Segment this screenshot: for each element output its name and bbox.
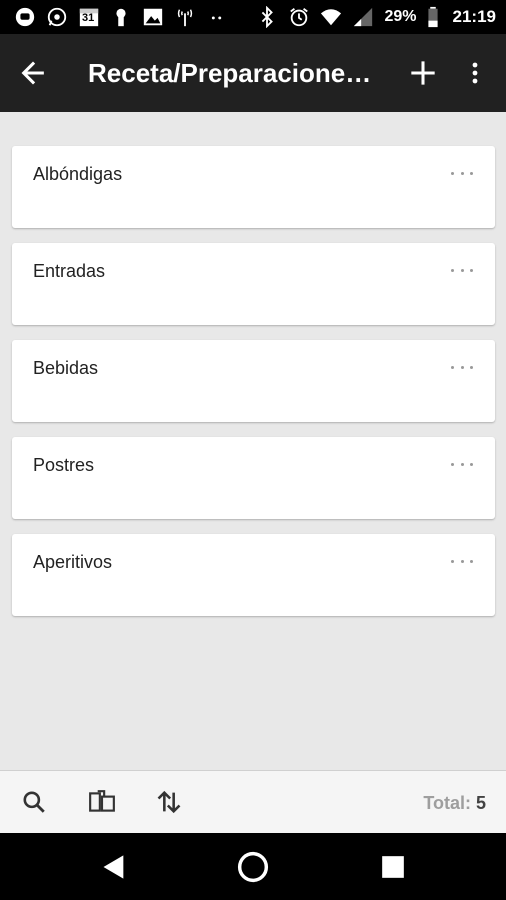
calendar-day: 31 (82, 12, 95, 24)
bottom-toolbar: Total: 5 (0, 770, 506, 833)
signal-tower-icon (174, 6, 196, 28)
list-item-label: Postres (33, 455, 95, 475)
battery-icon (427, 6, 439, 28)
bluetooth-icon (256, 6, 278, 28)
chat-bubble-icon (14, 6, 36, 28)
total-label: Total: (423, 793, 471, 813)
sort-icon[interactable] (154, 787, 184, 817)
nav-back-icon[interactable] (98, 851, 130, 883)
system-nav-bar (0, 833, 506, 900)
alarm-icon (288, 6, 310, 28)
image-icon (142, 6, 164, 28)
category-list: Albóndigas Entradas Bebidas Postres Aper… (12, 146, 495, 631)
wifi-icon (320, 6, 342, 28)
calendar-icon: 31 (78, 6, 100, 28)
list-item[interactable]: Bebidas (12, 340, 495, 422)
cell-signal-icon (352, 6, 374, 28)
more-notifications-icon (206, 6, 228, 28)
list-item-label: Entradas (33, 261, 106, 281)
status-bar: 31 29% 21:19 (0, 0, 506, 34)
whatsapp-icon (46, 6, 68, 28)
status-bar-system: 29% 21:19 (256, 6, 496, 28)
more-horiz-icon[interactable] (451, 362, 473, 372)
add-icon[interactable] (406, 56, 440, 90)
list-item[interactable]: Entradas (12, 243, 495, 325)
battery-percent: 29% (384, 8, 417, 25)
more-horiz-icon[interactable] (451, 556, 473, 566)
nav-recents-icon[interactable] (377, 851, 409, 883)
more-horiz-icon[interactable] (451, 168, 473, 178)
more-vert-icon[interactable] (462, 56, 488, 90)
copy-move-icon[interactable] (87, 787, 117, 817)
list-item-label: Bebidas (33, 358, 99, 378)
status-bar-notifications: 31 (14, 6, 228, 28)
search-icon[interactable] (19, 787, 49, 817)
clock: 21:19 (452, 7, 496, 26)
list-item-label: Aperitivos (33, 552, 113, 572)
keyhole-icon (110, 6, 132, 28)
page-title: Receta/Preparacione… (88, 57, 372, 88)
more-horiz-icon[interactable] (451, 265, 473, 275)
back-arrow-icon[interactable] (18, 58, 48, 88)
list-item[interactable]: Aperitivos (12, 534, 495, 616)
total-count: Total: 5 (423, 793, 486, 814)
list-item-label: Albóndigas (33, 164, 123, 184)
list-item[interactable]: Postres (12, 437, 495, 519)
list-item[interactable]: Albóndigas (12, 146, 495, 228)
nav-home-icon[interactable] (237, 851, 269, 883)
app-bar: Receta/Preparacione… (0, 34, 506, 112)
more-horiz-icon[interactable] (451, 459, 473, 469)
total-value: 5 (475, 793, 486, 813)
